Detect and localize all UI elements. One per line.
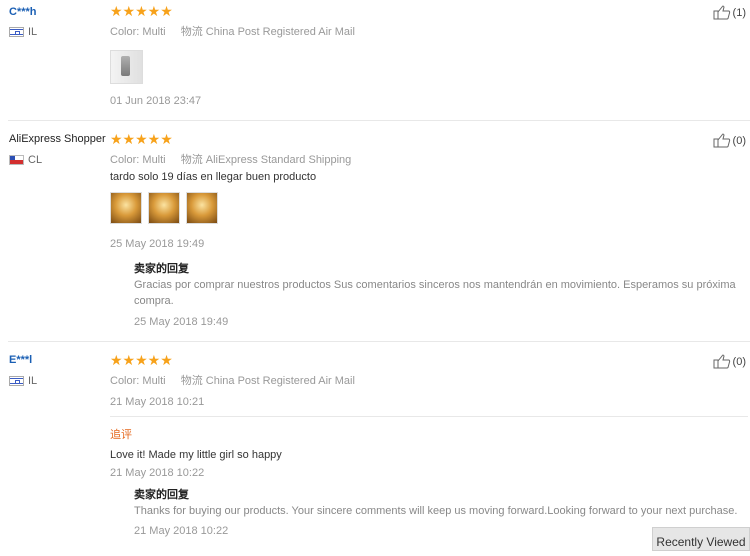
additional-feedback-label: 追评: [110, 429, 132, 441]
israel-flag-icon: [9, 376, 24, 386]
shipping-label: 物流: [180, 26, 203, 38]
reviewer-country: IL: [9, 375, 37, 387]
divider: [8, 341, 750, 342]
reviewer-country: CL: [9, 154, 42, 166]
star-rating: ★★★★★: [110, 131, 173, 147]
seller-reply-title: 卖家的回复: [134, 489, 189, 501]
shipping-value: AliExpress Standard Shipping: [205, 154, 352, 166]
star-rating: ★★★★★: [110, 352, 173, 368]
chile-flag-icon: [9, 155, 24, 165]
shipping-label: 物流: [180, 154, 203, 166]
reviewer-country: IL: [9, 26, 37, 38]
color-label: Color:: [110, 154, 140, 166]
seller-reply-date: 25 May 2018 19:49: [134, 316, 229, 328]
seller-reply-title: 卖家的回复: [134, 263, 189, 275]
shipping-value: China Post Registered Air Mail: [205, 26, 355, 38]
shipping-label: 物流: [180, 375, 203, 387]
helpful-count: (0): [732, 134, 746, 147]
thumbs-up-icon: [713, 5, 731, 20]
country-code: CL: [28, 154, 43, 166]
star-rating: ★★★★★: [110, 3, 173, 19]
additional-feedback-text: Love it! Made my little girl so happy: [110, 449, 282, 461]
review-text: tardo solo 19 días en llegar buen produc…: [110, 171, 317, 183]
color-value: Multi: [142, 375, 166, 387]
reviewer-name[interactable]: E***l: [9, 354, 32, 366]
divider: [110, 416, 748, 417]
review-date: 25 May 2018 19:49: [110, 238, 205, 250]
color-label: Color:: [110, 26, 140, 38]
reviewer-name[interactable]: C***h: [9, 6, 37, 18]
divider: [8, 120, 750, 121]
thumbs-up-icon: [713, 354, 731, 369]
seller-reply-text: Gracias por comprar nuestros productos S…: [134, 279, 736, 307]
review-photo[interactable]: [110, 50, 143, 84]
helpful-button[interactable]: (0): [713, 354, 746, 369]
helpful-count: (1): [732, 6, 746, 19]
review-photo[interactable]: [110, 192, 142, 224]
helpful-button[interactable]: (0): [713, 133, 746, 148]
review-meta: Color: Multi 物流 China Post Registered Ai…: [110, 372, 355, 388]
israel-flag-icon: [9, 27, 24, 37]
reviewer-name[interactable]: AliExpress Shopper: [9, 133, 106, 145]
helpful-button[interactable]: (1): [713, 5, 746, 20]
seller-reply-text: Thanks for buying our products. Your sin…: [134, 505, 738, 517]
additional-feedback-date: 21 May 2018 10:22: [110, 467, 205, 479]
review-photo[interactable]: [186, 192, 218, 224]
thumbs-up-icon: [713, 133, 731, 148]
review-meta: Color: Multi 物流 AliExpress Standard Ship…: [110, 151, 351, 167]
shipping-value: China Post Registered Air Mail: [205, 375, 355, 387]
seller-reply-date: 21 May 2018 10:22: [134, 525, 229, 537]
review-date: 21 May 2018 10:21: [110, 396, 205, 408]
country-code: IL: [28, 375, 38, 387]
review-date: 01 Jun 2018 23:47: [110, 95, 202, 107]
color-label: Color:: [110, 375, 140, 387]
color-value: Multi: [142, 154, 166, 166]
review-photo[interactable]: [148, 192, 180, 224]
country-code: IL: [28, 26, 38, 38]
color-value: Multi: [142, 26, 166, 38]
helpful-count: (0): [732, 355, 746, 368]
recently-viewed-button[interactable]: Recently Viewed: [652, 527, 750, 551]
review-meta: Color: Multi 物流 China Post Registered Ai…: [110, 23, 355, 39]
